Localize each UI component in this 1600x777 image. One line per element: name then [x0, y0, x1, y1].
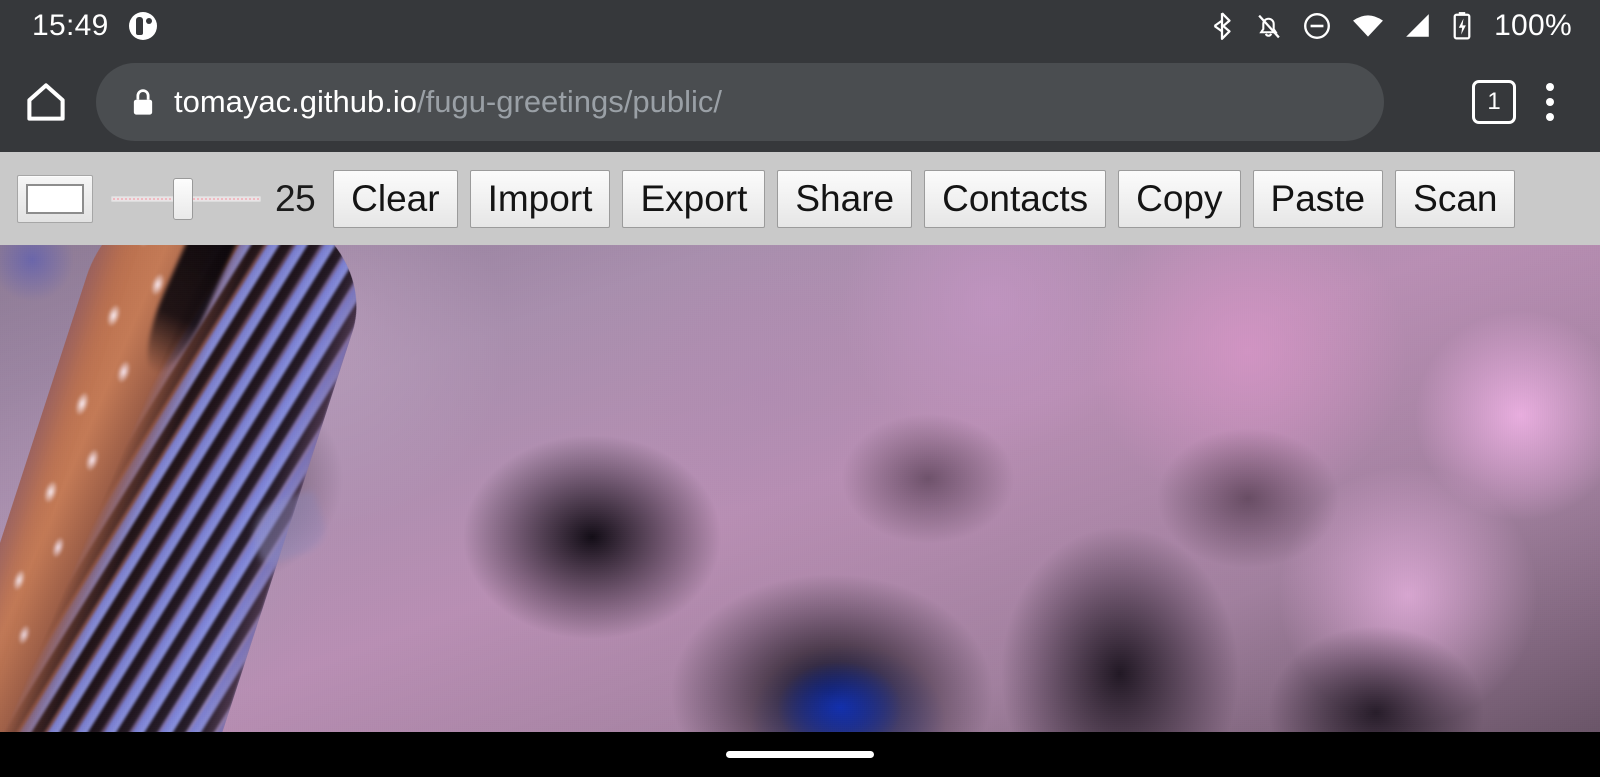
overflow-menu-icon[interactable] — [1522, 70, 1578, 134]
contacts-button[interactable]: Contacts — [924, 169, 1107, 228]
drawing-canvas[interactable] — [0, 245, 1600, 732]
browser-toolbar: tomayac.github.io/fugu-greetings/public/… — [0, 52, 1600, 152]
share-button[interactable]: Share — [777, 169, 913, 228]
lock-icon — [126, 86, 160, 118]
app-toolbar: 25 Clear Import Export Share Contacts Co… — [0, 152, 1600, 245]
pen-color-swatch — [26, 183, 84, 214]
pen-color-picker[interactable] — [17, 174, 93, 223]
status-bar-left: 15:49 — [0, 9, 157, 43]
status-bar-clock: 15:49 — [32, 9, 109, 42]
bluetooth-icon — [1209, 11, 1235, 41]
url-text: tomayac.github.io/fugu-greetings/public/ — [174, 84, 722, 120]
paste-button[interactable]: Paste — [1252, 169, 1384, 228]
do-not-disturb-icon — [1302, 11, 1332, 41]
battery-percentage: 100% — [1494, 9, 1572, 42]
clear-button[interactable]: Clear — [333, 169, 458, 228]
copy-button[interactable]: Copy — [1118, 169, 1241, 228]
battery-charging-icon — [1452, 11, 1472, 41]
home-gesture-pill[interactable] — [726, 751, 874, 758]
scan-button[interactable]: Scan — [1395, 169, 1516, 228]
tab-switcher-button[interactable]: 1 — [1472, 80, 1516, 124]
pen-size-value: 25 — [275, 177, 316, 219]
phone-screen: 15:49 100% tomayac.github.io/fugu-greeti… — [0, 0, 1600, 777]
status-bar-right: 100% — [1209, 9, 1600, 43]
status-bar: 15:49 100% — [0, 0, 1600, 52]
url-host: tomayac.github.io — [174, 84, 417, 119]
action-button-row: Clear Import Export Share Contacts Copy … — [333, 169, 1516, 228]
notifications-off-icon — [1255, 11, 1282, 41]
pen-size-slider[interactable] — [111, 175, 261, 223]
home-icon[interactable] — [0, 78, 92, 126]
fugu-app-icon — [128, 12, 157, 40]
slider-thumb[interactable] — [173, 177, 193, 220]
browser-toolbar-actions: 1 — [1472, 70, 1600, 134]
import-button[interactable]: Import — [469, 169, 611, 228]
export-button[interactable]: Export — [622, 169, 766, 228]
url-bar[interactable]: tomayac.github.io/fugu-greetings/public/ — [96, 63, 1384, 141]
cellular-signal-icon — [1404, 13, 1432, 39]
wifi-icon — [1352, 13, 1384, 39]
url-path: /fugu-greetings/public/ — [416, 84, 723, 119]
system-navigation-bar — [0, 732, 1600, 777]
